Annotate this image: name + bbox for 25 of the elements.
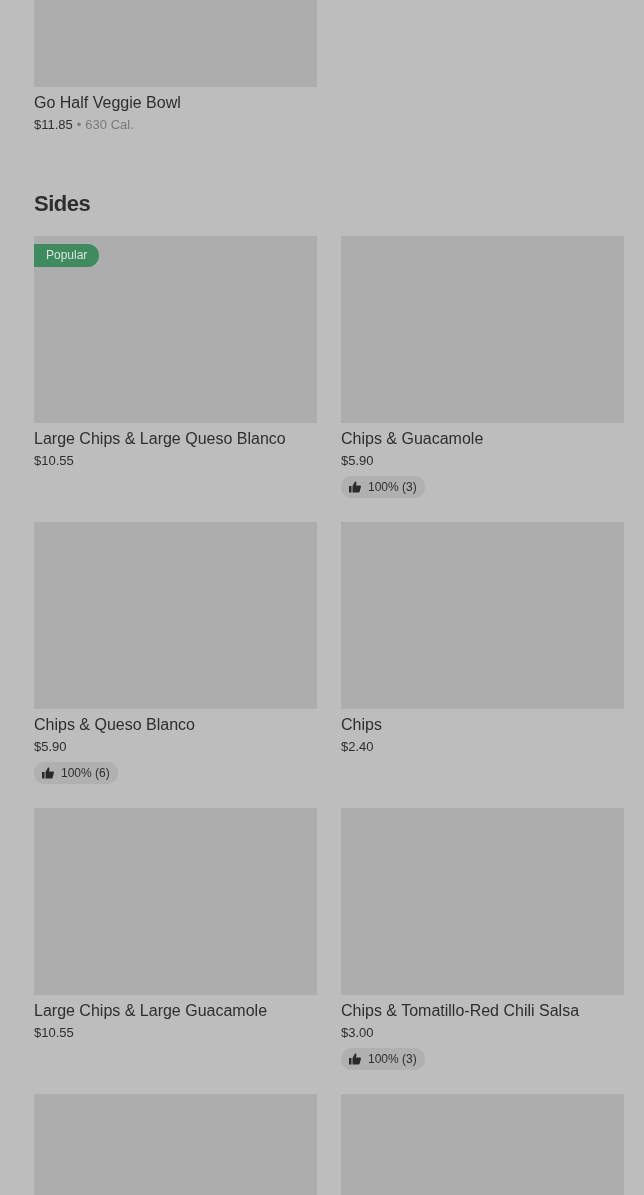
- item-price: $10.55: [34, 1024, 75, 1042]
- item-name: Chips & Guacamole: [341, 429, 485, 449]
- item-price: $5.90: [34, 738, 68, 756]
- image-placeholder[interactable]: Popular: [34, 236, 317, 423]
- item-name: Chips & Queso Blanco: [34, 715, 196, 735]
- item-name: Large Chips & Large Queso Blanco: [34, 429, 287, 449]
- item-name: Chips: [341, 715, 383, 735]
- thumbs-up-icon: [349, 481, 361, 493]
- rating-pill: 100% (3): [341, 476, 425, 498]
- separator-dot: •: [76, 117, 82, 132]
- rating-pill: 100% (6): [34, 762, 118, 784]
- item-calories: 630 Cal.: [85, 117, 134, 132]
- item-price: $10.55: [34, 452, 75, 470]
- thumbs-up-icon: [42, 767, 54, 779]
- item-price: $11.85: [34, 117, 73, 132]
- item-name: Go Half Veggie Bowl: [34, 93, 182, 113]
- item-name: Large Chips & Large Guacamole: [34, 1001, 269, 1021]
- section-heading: Sides: [34, 190, 92, 218]
- item-price: $2.40: [341, 738, 375, 756]
- item-price: $3.00: [341, 1024, 375, 1042]
- thumbs-up-icon: [349, 1053, 361, 1065]
- popular-badge: Popular: [34, 244, 100, 267]
- item-name: Chips & Tomatillo-Red Chili Salsa: [341, 1001, 581, 1021]
- item-price: $5.90: [341, 452, 375, 470]
- rating-pill: 100% (3): [341, 1048, 425, 1070]
